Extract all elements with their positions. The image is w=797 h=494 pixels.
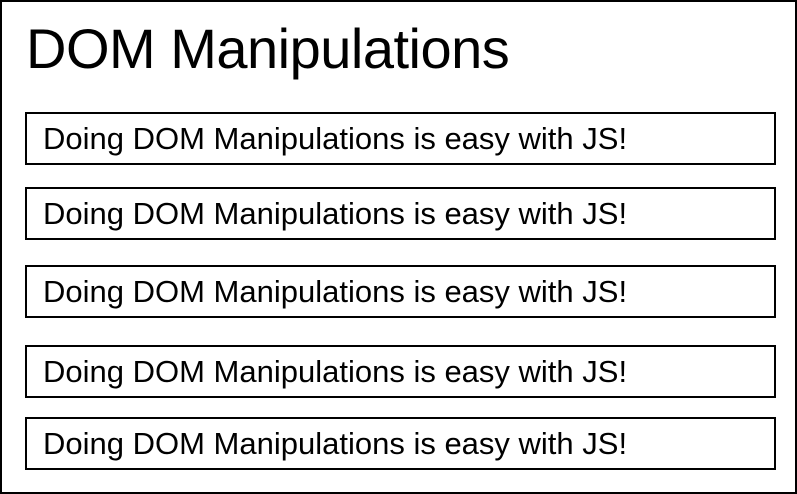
page-frame: DOM Manipulations Doing DOM Manipulation… [0,0,797,494]
page-heading: DOM Manipulations [26,17,510,80]
paragraph-box: Doing DOM Manipulations is easy with JS! [25,187,776,240]
paragraph-box: Doing DOM Manipulations is easy with JS! [25,345,776,398]
paragraph-text: Doing DOM Manipulations is easy with JS! [43,273,628,309]
paragraph-box: Doing DOM Manipulations is easy with JS! [25,417,776,470]
paragraph-text: Doing DOM Manipulations is easy with JS! [43,195,628,231]
paragraph-box: Doing DOM Manipulations is easy with JS! [25,112,776,165]
paragraph-text: Doing DOM Manipulations is easy with JS! [43,120,628,156]
paragraph-text: Doing DOM Manipulations is easy with JS! [43,353,628,389]
paragraph-box: Doing DOM Manipulations is easy with JS! [25,265,776,318]
paragraph-text: Doing DOM Manipulations is easy with JS! [43,425,628,461]
